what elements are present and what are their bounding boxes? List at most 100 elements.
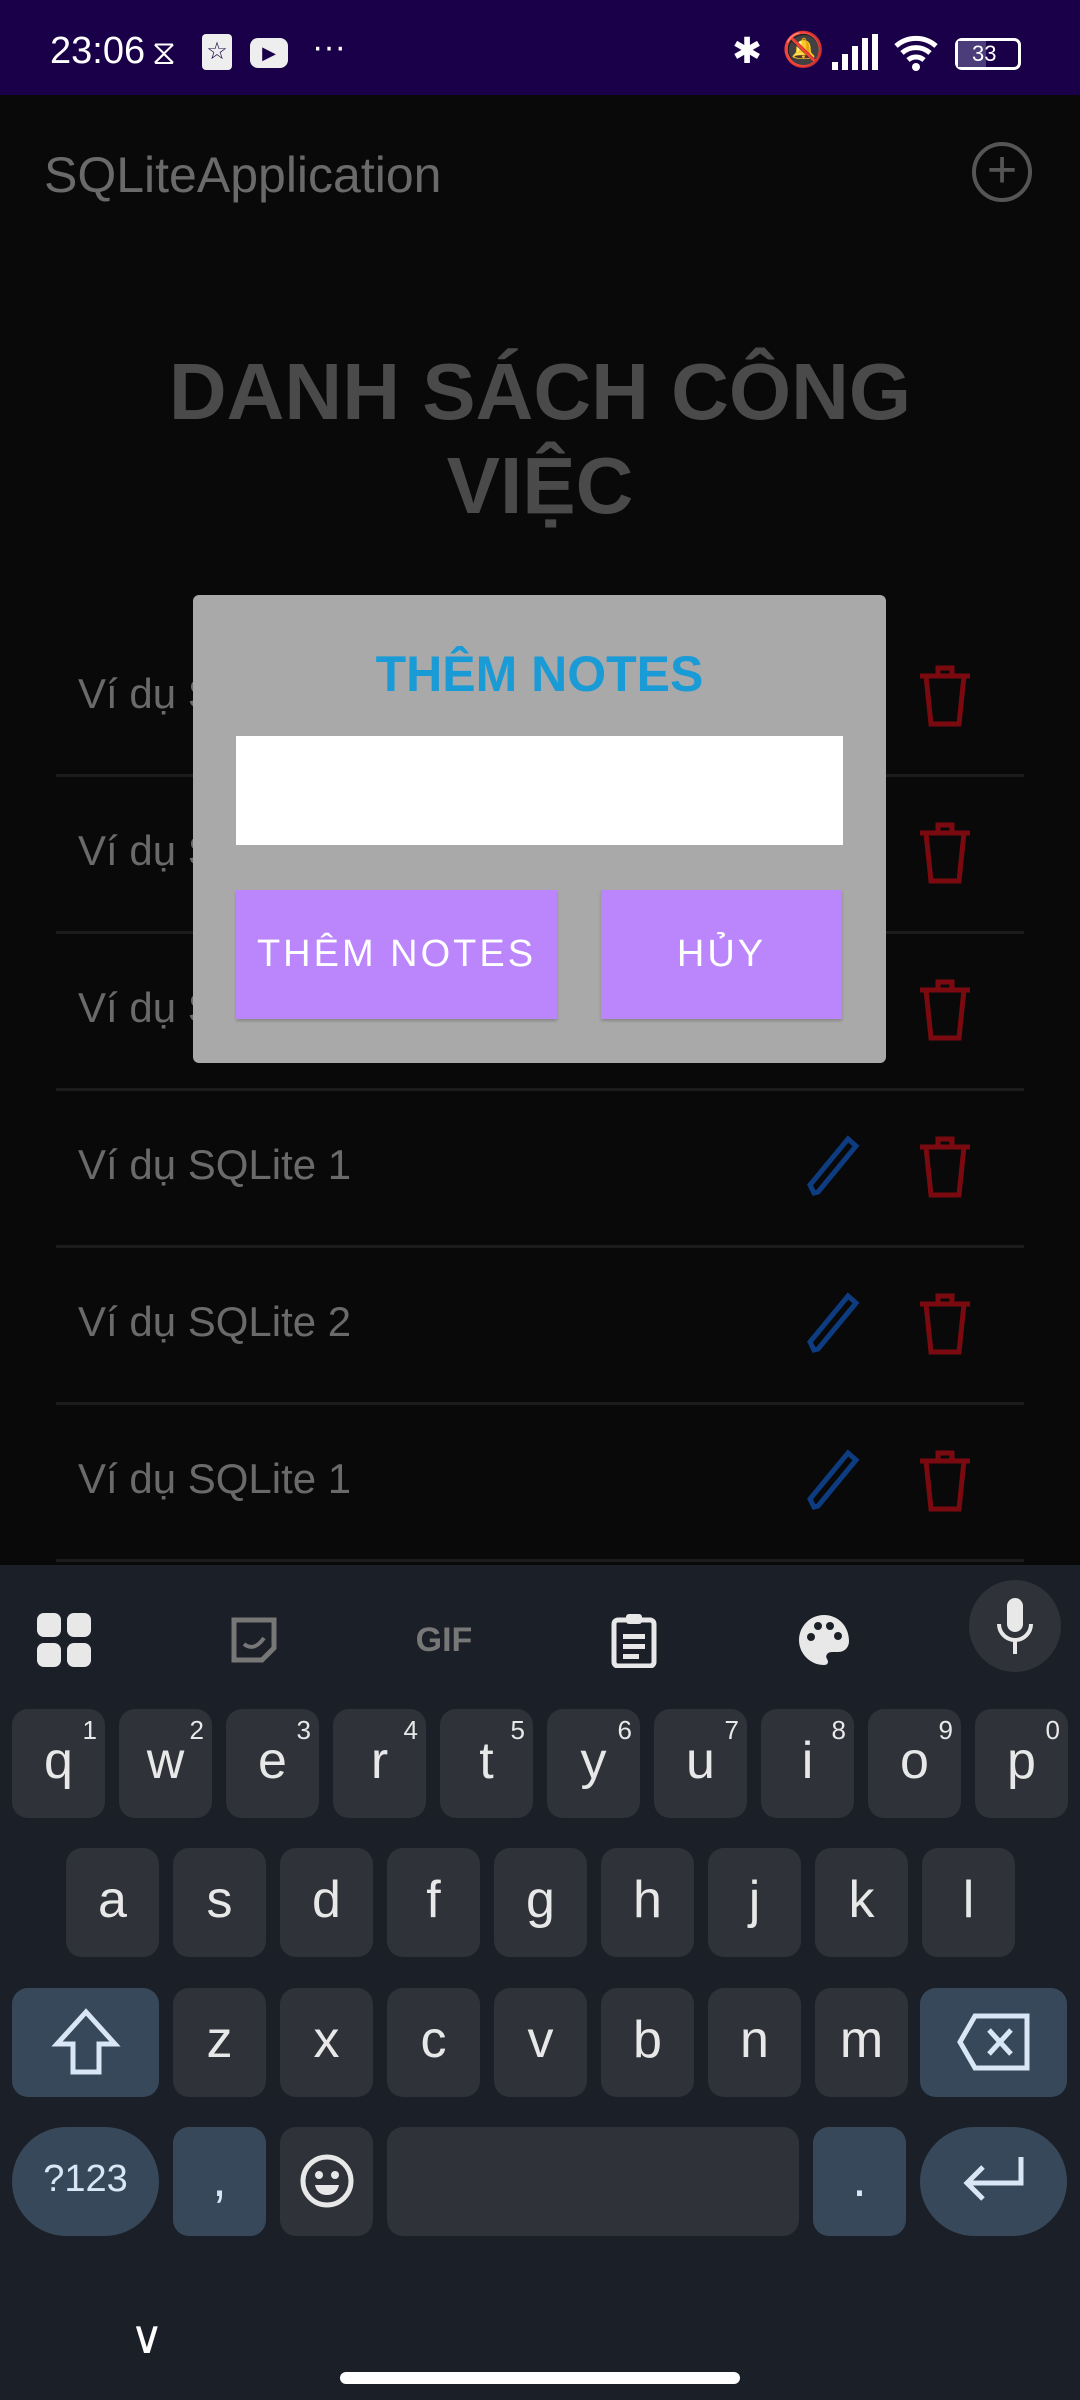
pencil-icon[interactable]	[806, 1133, 862, 1199]
cancel-button[interactable]: HỦY	[601, 890, 842, 1019]
emoji-key[interactable]	[280, 2127, 373, 2236]
trash-icon[interactable]	[918, 976, 972, 1042]
key-p[interactable]: p0	[975, 1709, 1068, 1818]
key-w[interactable]: w2	[119, 1709, 212, 1818]
key-label: y	[580, 1732, 607, 1790]
list-item: Ví dụ SQLite 2	[56, 1248, 1024, 1405]
key-hint: 3	[296, 1715, 311, 1745]
key-label: d	[312, 1871, 341, 1929]
hide-keyboard-chevron-icon[interactable]: ∨	[130, 2310, 164, 2364]
key-hint: 7	[724, 1715, 739, 1745]
key-s[interactable]: s	[173, 1848, 266, 1957]
key-label: w	[146, 1732, 185, 1790]
space-key[interactable]	[387, 2127, 799, 2236]
list-item: Ví dụ SQLite 1	[56, 1091, 1024, 1248]
comma-key[interactable]: ,	[173, 2127, 266, 2236]
key-label: .	[852, 2150, 867, 2208]
key-a[interactable]: a	[66, 1848, 159, 1957]
key-label: u	[686, 1732, 715, 1790]
clipboard-icon[interactable]	[594, 1600, 674, 1680]
key-t[interactable]: t5	[440, 1709, 533, 1818]
key-hint: 6	[617, 1715, 632, 1745]
key-label: n	[740, 2011, 769, 2069]
key-h[interactable]: h	[601, 1848, 694, 1957]
emoji-icon	[300, 2154, 353, 2208]
key-v[interactable]: v	[494, 1988, 587, 2097]
key-j[interactable]: j	[708, 1848, 801, 1957]
key-hint: 1	[82, 1715, 97, 1745]
list-item: Ví dụ SQLite 1	[56, 1405, 1024, 1562]
key-label: b	[633, 2011, 662, 2069]
battery-level: 33	[972, 41, 997, 66]
key-label: m	[839, 2011, 884, 2069]
key-label: f	[426, 1871, 441, 1929]
clock: 23:06	[50, 30, 146, 72]
key-e[interactable]: e3	[226, 1709, 319, 1818]
apps-grid-icon[interactable]	[24, 1600, 104, 1680]
shift-key[interactable]	[12, 1988, 159, 2097]
plus-circle-icon[interactable]: +	[972, 142, 1032, 202]
key-d[interactable]: d	[280, 1848, 373, 1957]
battery-icon: 33	[955, 38, 1021, 70]
sticker-icon[interactable]	[214, 1600, 294, 1680]
key-o[interactable]: o9	[868, 1709, 961, 1818]
list-item-text: Ví dụ SQLite 1	[78, 1141, 352, 1188]
key-l[interactable]: l	[922, 1848, 1015, 1957]
signal-icon	[832, 34, 878, 70]
trash-icon[interactable]	[918, 1290, 972, 1356]
trash-icon[interactable]	[918, 1133, 972, 1199]
shift-icon	[50, 2008, 121, 2075]
key-i[interactable]: i8	[761, 1709, 854, 1818]
trash-icon[interactable]	[918, 662, 972, 728]
key-u[interactable]: u7	[654, 1709, 747, 1818]
pencil-icon[interactable]	[806, 1290, 862, 1356]
list-item-text: Ví dụ SQLite 2	[78, 1298, 352, 1345]
add-note-button[interactable]: THÊM NOTES	[236, 890, 557, 1019]
enter-key[interactable]	[920, 2127, 1067, 2236]
trash-icon[interactable]	[918, 1447, 972, 1513]
key-label: k	[848, 1871, 875, 1929]
key-hint: 4	[403, 1715, 418, 1745]
backspace-key[interactable]	[920, 1988, 1067, 2097]
key-b[interactable]: b	[601, 1988, 694, 2097]
key-label: r	[370, 1732, 389, 1790]
symbols-key[interactable]: ?123	[12, 2127, 159, 2236]
key-label: o	[900, 1732, 929, 1790]
key-c[interactable]: c	[387, 1988, 480, 2097]
key-label: p	[1007, 1732, 1036, 1790]
key-g[interactable]: g	[494, 1848, 587, 1957]
key-label: i	[801, 1732, 814, 1790]
key-x[interactable]: x	[280, 1988, 373, 2097]
key-r[interactable]: r4	[333, 1709, 426, 1818]
key-label: s	[206, 1871, 233, 1929]
key-m[interactable]: m	[815, 1988, 908, 2097]
key-k[interactable]: k	[815, 1848, 908, 1957]
key-y[interactable]: y6	[547, 1709, 640, 1818]
key-f[interactable]: f	[387, 1848, 480, 1957]
youtube-icon: ▶	[250, 38, 288, 68]
microphone-icon[interactable]	[969, 1580, 1061, 1672]
home-indicator[interactable]	[340, 2372, 740, 2384]
key-q[interactable]: q1	[12, 1709, 105, 1818]
palette-icon[interactable]	[784, 1600, 864, 1680]
note-input[interactable]	[236, 736, 843, 845]
more-dots-icon: ···	[312, 28, 346, 66]
key-label: x	[313, 2011, 340, 2069]
key-label: h	[633, 1871, 662, 1929]
pencil-icon[interactable]	[806, 1447, 862, 1513]
key-label: t	[479, 1732, 494, 1790]
key-hint: 2	[189, 1715, 204, 1745]
gif-icon[interactable]: GIF	[404, 1600, 484, 1680]
key-label: a	[98, 1871, 127, 1929]
key-label: ?123	[43, 2158, 128, 2200]
enter-icon	[962, 2157, 1023, 2201]
trash-icon[interactable]	[918, 819, 972, 885]
list-item-text: Ví dụ SQLite 1	[78, 1455, 352, 1502]
key-label: j	[748, 1871, 761, 1929]
period-key[interactable]: .	[813, 2127, 906, 2236]
key-hint: 9	[938, 1715, 953, 1745]
page-title: DANH SÁCH CÔNG VIỆC	[0, 345, 1080, 533]
key-n[interactable]: n	[708, 1988, 801, 2097]
key-z[interactable]: z	[173, 1988, 266, 2097]
key-label: v	[527, 2011, 554, 2069]
